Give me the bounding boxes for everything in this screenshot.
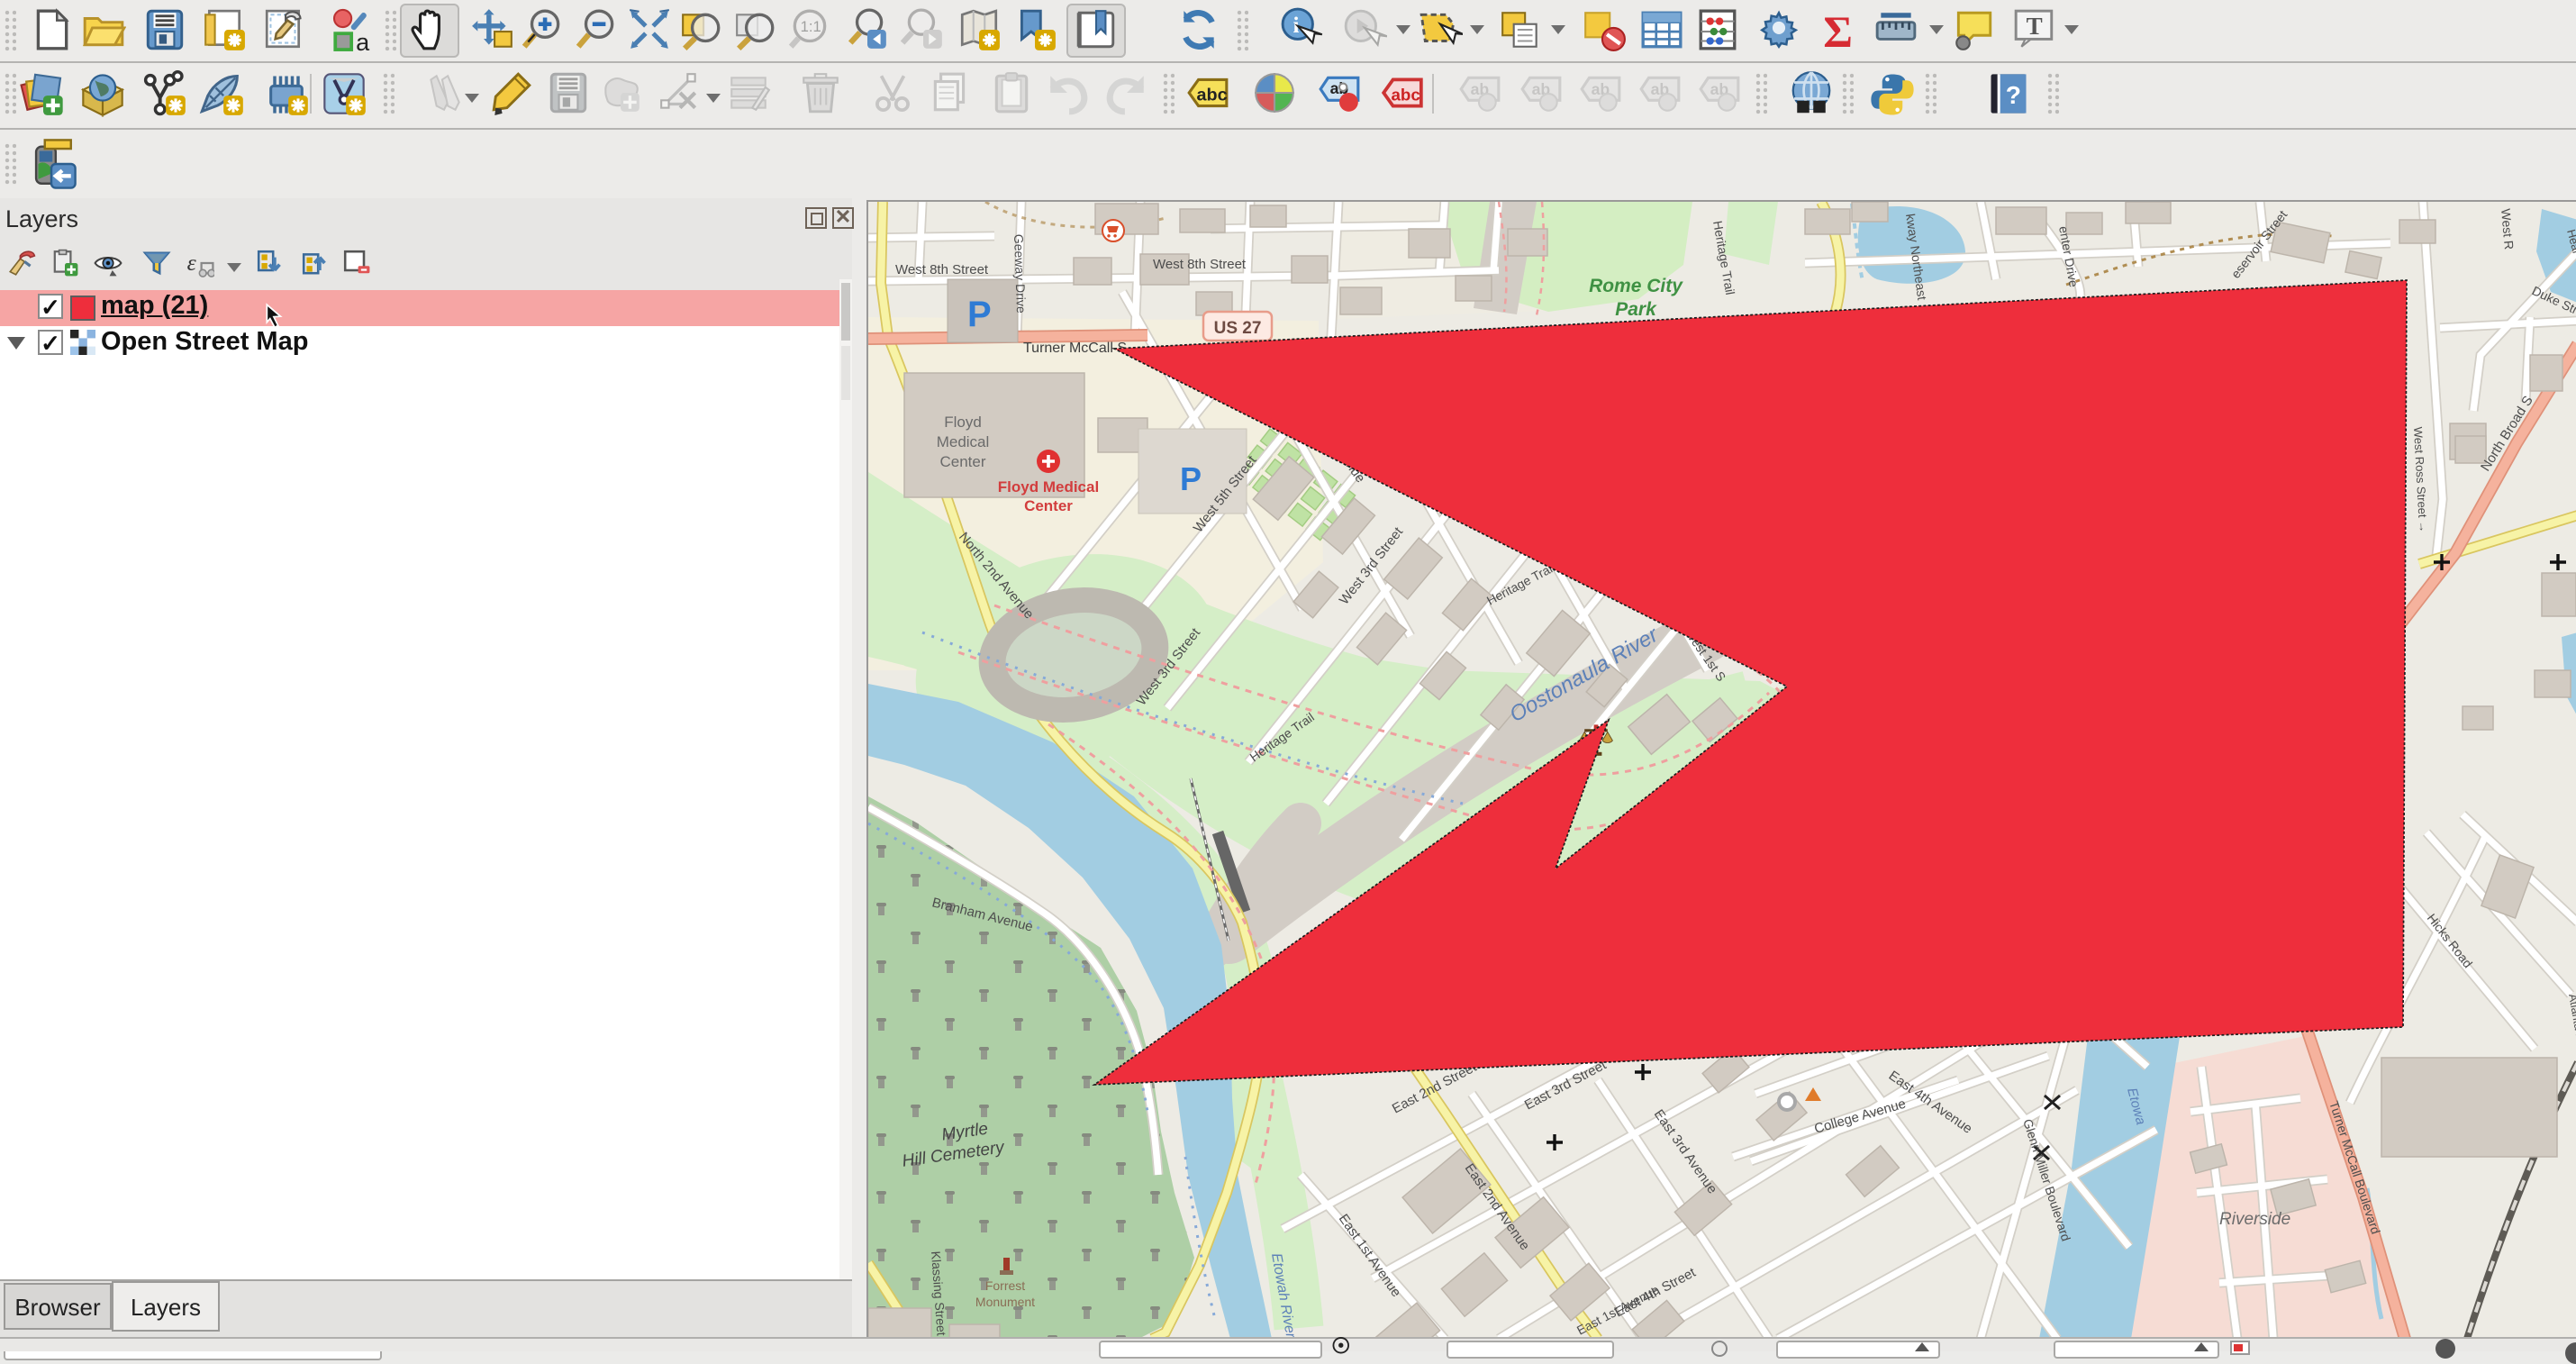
svg-text:Park: Park [1615, 299, 1657, 320]
svg-text:1:1: 1:1 [801, 18, 821, 35]
svg-text:Turner McCall S: Turner McCall S [1023, 341, 1127, 356]
svg-text:P: P [967, 295, 992, 334]
svg-text:abc: abc [1392, 85, 1420, 104]
svg-text:ε: ε [187, 250, 197, 276]
svg-text:Floyd Medical: Floyd Medical [998, 478, 1099, 496]
svg-text:West 8th Street: West 8th Street [895, 262, 989, 277]
svg-text:West 8th Street: West 8th Street [1153, 257, 1247, 272]
svg-text:Geeway Drive: Geeway Drive [1011, 234, 1029, 314]
svg-text:abc: abc [1197, 85, 1228, 105]
svg-text:?: ? [2006, 81, 2021, 109]
svg-text:P: P [1180, 460, 1202, 497]
svg-text:US 27: US 27 [1214, 319, 1262, 338]
svg-text:Forrest: Forrest [985, 1278, 1025, 1293]
svg-text:Σ: Σ [1823, 7, 1853, 52]
svg-text:Floyd: Floyd [944, 414, 982, 431]
svg-text:Center: Center [939, 453, 985, 470]
svg-text:a: a [356, 28, 370, 52]
svg-text:Riverside: Riverside [2219, 1210, 2290, 1229]
svg-text:Medical: Medical [937, 433, 990, 450]
svg-text:Center: Center [1024, 497, 1073, 514]
svg-text:Monument: Monument [975, 1295, 1035, 1309]
svg-text:Rome City: Rome City [1589, 276, 1683, 296]
svg-text:T: T [2027, 13, 2043, 40]
